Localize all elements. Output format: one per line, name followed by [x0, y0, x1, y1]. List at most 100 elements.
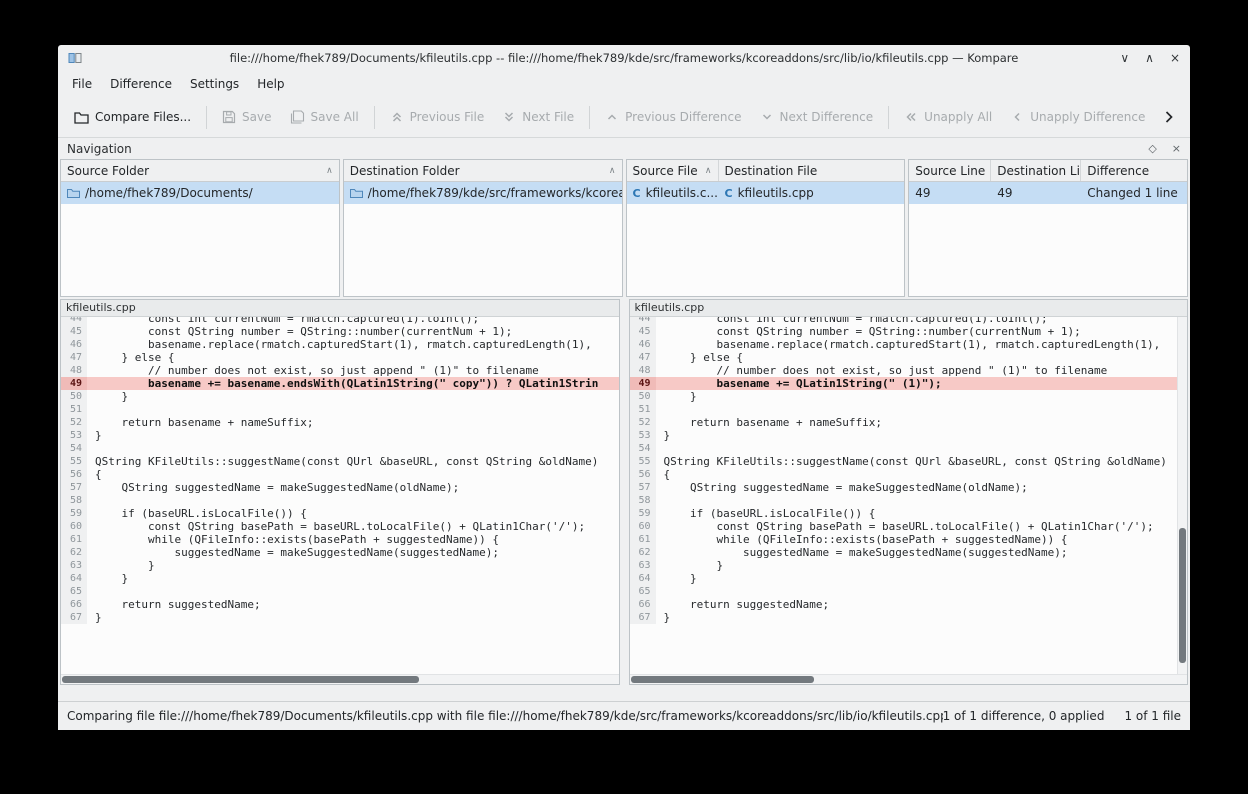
source-line-header-label: Source Line	[915, 164, 985, 178]
code-line: 46 basename.replace(rmatch.capturedStart…	[61, 338, 619, 351]
code-text: basename += QLatin1String(" (1)");	[656, 377, 1188, 390]
line-number: 56	[61, 468, 87, 481]
destination-folder-header[interactable]: Destination Folder ∧	[344, 160, 622, 182]
code-text: const QString basePath = baseURL.toLocal…	[656, 520, 1188, 533]
menu-settings[interactable]: Settings	[182, 74, 247, 94]
dock-float-icon[interactable]: ◇	[1148, 142, 1156, 155]
menu-help[interactable]: Help	[249, 74, 292, 94]
destination-line-column-header[interactable]: Destination Line	[991, 160, 1081, 181]
line-number: 57	[630, 481, 656, 494]
kompare-window: file:///home/fhek789/Documents/kfileutil…	[58, 45, 1190, 730]
source-line-column-header[interactable]: Source Line ∧	[909, 160, 991, 181]
files-row[interactable]: C kfileutils.c... C kfileutils.cpp	[627, 182, 905, 204]
files-header: Source File ∧ Destination File	[627, 160, 905, 182]
code-text: }	[87, 559, 619, 572]
code-line: 50 }	[61, 390, 619, 403]
destination-folder-value: /home/fhek789/kde/src/frameworks/kcoread…	[368, 186, 622, 200]
save-button[interactable]: Save	[214, 105, 279, 129]
source-code-view[interactable]: 44 const int currentNum = rmatch.capture…	[61, 317, 619, 674]
chevron-up-icon	[605, 110, 619, 124]
diff-line-changed[interactable]: 49 basename += QLatin1String(" (1)");	[630, 377, 1188, 390]
menu-difference[interactable]: Difference	[102, 74, 180, 94]
line-number: 52	[630, 416, 656, 429]
maximize-button[interactable]: ∧	[1145, 51, 1154, 65]
line-number: 46	[630, 338, 656, 351]
destination-folder-row[interactable]: /home/fhek789/kde/src/frameworks/kcoread…	[344, 182, 622, 204]
code-text	[656, 494, 1188, 507]
diff-line-changed[interactable]: 49 basename += basename.endsWith(QLatin1…	[61, 377, 619, 390]
code-line: 53}	[61, 429, 619, 442]
code-line: 61 while (QFileInfo::exists(basePath + s…	[61, 533, 619, 546]
difference-cell: Changed 1 line	[1081, 182, 1187, 204]
source-folder-header[interactable]: Source Folder ∧	[61, 160, 339, 182]
code-line: 47 } else {	[630, 351, 1188, 364]
code-text: // number does not exist, so just append…	[656, 364, 1188, 377]
code-line: 48 // number does not exist, so just app…	[61, 364, 619, 377]
vertical-scrollbar-thumb[interactable]	[1179, 528, 1186, 664]
destination-file-column-header[interactable]: Destination File	[719, 160, 905, 181]
code-text: }	[656, 390, 1188, 403]
code-text: {	[87, 468, 619, 481]
cpp-file-icon: C	[725, 187, 733, 200]
destination-folder-column-header[interactable]: Destination Folder ∧	[344, 160, 622, 181]
code-line: 53}	[630, 429, 1188, 442]
code-text: {	[656, 468, 1188, 481]
destination-line-cell: 49	[991, 182, 1081, 204]
source-line-cell: 49	[909, 182, 991, 204]
save-all-button[interactable]: Save All	[282, 105, 367, 129]
dock-close-icon[interactable]: ×	[1172, 142, 1181, 155]
previous-file-button[interactable]: Previous File	[382, 105, 493, 129]
line-number: 57	[61, 481, 87, 494]
cpp-file-icon: C	[633, 187, 641, 200]
source-folder-cell: /home/fhek789/Documents/	[61, 182, 339, 204]
compare-files-button[interactable]: Compare Files...	[66, 105, 199, 129]
code-line: 51	[630, 403, 1188, 416]
destination-code-view[interactable]: 44 const int currentNum = rmatch.capture…	[630, 317, 1188, 674]
source-folder-header-label: Source Folder	[67, 164, 149, 178]
code-line: 60 const QString basePath = baseURL.toLo…	[630, 520, 1188, 533]
toolbar-overflow-button[interactable]	[1156, 109, 1182, 125]
destination-file-cell: C kfileutils.cpp	[719, 182, 905, 204]
code-text: }	[656, 559, 1188, 572]
toolbar: Compare Files... Save Save All Previous …	[58, 97, 1190, 138]
close-button[interactable]: ×	[1170, 51, 1180, 65]
source-horizontal-scrollbar[interactable]	[61, 674, 619, 684]
unapply-all-button[interactable]: Unapply All	[896, 105, 1000, 129]
double-chevron-up-icon	[390, 110, 404, 124]
line-number: 61	[630, 533, 656, 546]
code-line: 44 const int currentNum = rmatch.capture…	[630, 317, 1188, 325]
lines-row[interactable]: 49 49 Changed 1 line	[909, 182, 1187, 204]
source-line-value: 49	[915, 186, 930, 200]
line-number: 59	[61, 507, 87, 520]
source-folder-row[interactable]: /home/fhek789/Documents/	[61, 182, 339, 204]
code-line: 45 const QString number = QString::numbe…	[630, 325, 1188, 338]
line-number: 62	[630, 546, 656, 559]
next-file-button[interactable]: Next File	[494, 105, 582, 129]
horizontal-scrollbar-thumb[interactable]	[62, 676, 419, 683]
line-number: 45	[630, 325, 656, 338]
destination-horizontal-scrollbar[interactable]	[630, 674, 1188, 684]
difference-column-header[interactable]: Difference	[1081, 160, 1187, 181]
line-number: 63	[61, 559, 87, 572]
next-difference-button[interactable]: Next Difference	[752, 105, 882, 129]
menubar: File Difference Settings Help	[58, 70, 1190, 97]
source-folder-column-header[interactable]: Source Folder ∧	[61, 160, 339, 181]
horizontal-scrollbar-thumb[interactable]	[631, 676, 815, 683]
code-line: 45 const QString number = QString::numbe…	[61, 325, 619, 338]
source-file-column-header[interactable]: Source File ∧	[627, 160, 719, 181]
code-line: 44 const int currentNum = rmatch.capture…	[61, 317, 619, 325]
toolbar-separator	[374, 106, 375, 129]
code-text: while (QFileInfo::exists(basePath + sugg…	[87, 533, 619, 546]
code-line: 58	[61, 494, 619, 507]
line-number: 62	[61, 546, 87, 559]
unapply-difference-button[interactable]: Unapply Difference	[1002, 105, 1153, 129]
vertical-scrollbar[interactable]	[1177, 317, 1187, 674]
menu-file[interactable]: File	[64, 74, 100, 94]
titlebar[interactable]: file:///home/fhek789/Documents/kfileutil…	[58, 45, 1190, 70]
line-number: 48	[630, 364, 656, 377]
line-number: 65	[61, 585, 87, 598]
previous-difference-button[interactable]: Previous Difference	[597, 105, 749, 129]
minimize-button[interactable]: ∨	[1120, 51, 1129, 65]
line-number: 67	[61, 611, 87, 624]
chevron-right-icon	[1162, 109, 1176, 125]
